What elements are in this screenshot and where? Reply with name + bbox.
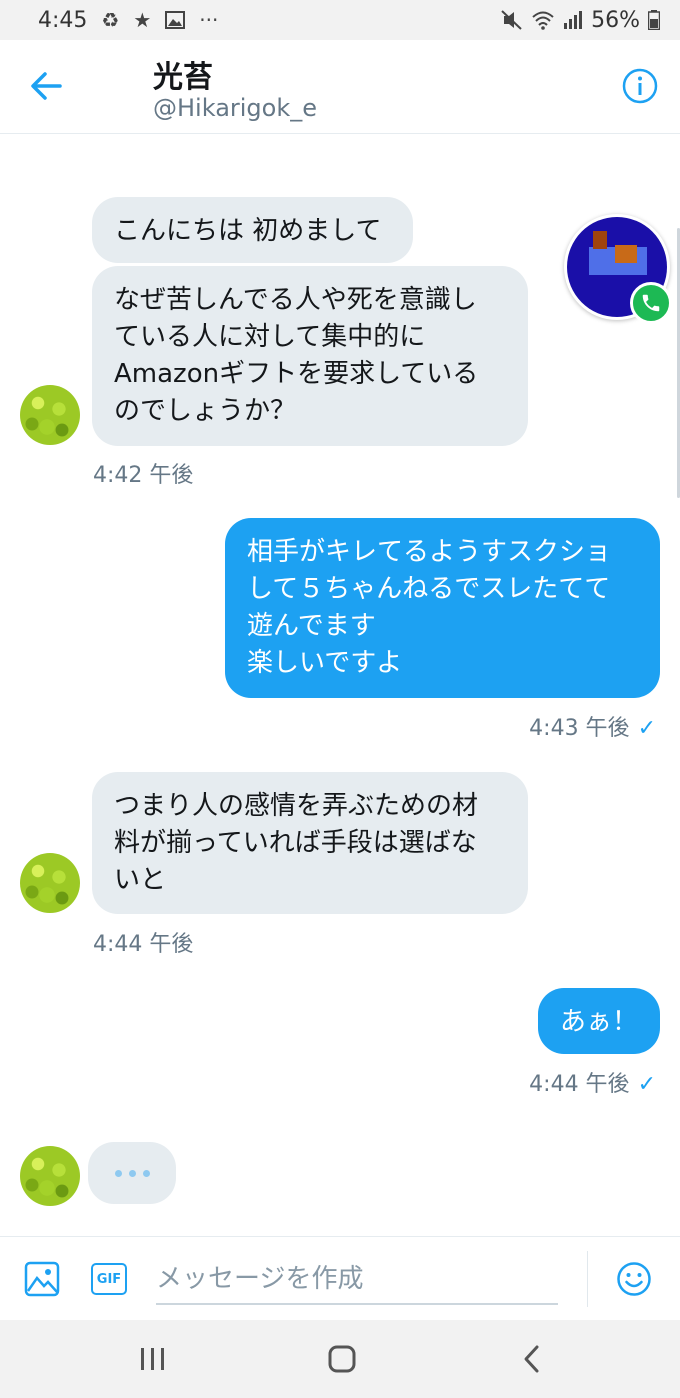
dm-conversation-screen: 4:45 ♻ ★ ··· 56% 光苔 @Hikarigok_e こんにちは 初… (0, 0, 680, 1398)
message-timestamp: 4:42 午後 (93, 463, 194, 488)
message-timestamp: 4:44 午後 ✓ (529, 1072, 656, 1097)
typing-dot (128, 1169, 136, 1177)
recycle-icon: ♻ (101, 8, 120, 32)
message-text: あぁ！ (560, 1007, 639, 1037)
message-input[interactable] (156, 1255, 558, 1305)
conversation-info-button[interactable] (622, 68, 658, 104)
more-icon: ··· (199, 8, 219, 32)
home-button[interactable] (322, 1344, 362, 1374)
message-bubble-outgoing[interactable]: 相手がキレてるようすスクショ して５ちゃんねるでスレたてて 遊んでます 楽しいで… (225, 518, 660, 698)
status-time: 4:45 (38, 7, 88, 33)
recent-apps-icon (141, 1348, 164, 1370)
sender-avatar[interactable] (20, 853, 80, 913)
back-nav-button[interactable] (513, 1344, 553, 1374)
message-text: のでしょうか？ (114, 396, 297, 426)
back-arrow-icon (31, 72, 62, 100)
image-icon (165, 11, 186, 29)
message-text: つまり人の感情を弄ぶための材 (114, 791, 479, 821)
home-icon (328, 1345, 356, 1373)
contact-name: 光苔 (153, 60, 213, 95)
message-text: Amazonギフトを要求している (114, 359, 479, 389)
status-bar: 4:45 ♻ ★ ··· 56% (0, 0, 680, 40)
message-bubble-incoming[interactable]: つまり人の感情を弄ぶための材 料が揃っていれば手段は選ばな いと (92, 772, 528, 914)
gif-button[interactable]: GIF (91, 1263, 127, 1295)
emoji-icon (617, 1262, 651, 1296)
battery-icon (648, 10, 660, 30)
message-bubble-incoming[interactable]: なぜ苦しんでる人や死を意識し ている人に対して集中的に Amazonギフトを要求… (92, 266, 528, 446)
mute-vibrate-icon (501, 10, 523, 30)
conversation-header: 光苔 @Hikarigok_e (0, 40, 680, 134)
message-text: いと (114, 865, 167, 895)
message-composer: GIF (0, 1236, 680, 1320)
sender-avatar[interactable] (20, 1146, 80, 1206)
message-timestamp: 4:44 午後 (93, 932, 194, 957)
message-bubble-incoming[interactable]: こんにちは 初めまして (92, 197, 413, 263)
typing-dot (114, 1169, 122, 1177)
message-text: 相手がキレてるようすスクショ (247, 537, 612, 567)
message-text: こんにちは 初めまして (114, 216, 382, 246)
message-text: なぜ苦しんでる人や死を意識し (114, 285, 477, 315)
wifi-icon (531, 10, 555, 30)
sent-check-icon: ✓ (637, 1072, 656, 1097)
message-text: 楽しいですよ (247, 648, 403, 678)
battery-percent: 56% (591, 7, 640, 33)
typing-dot (142, 1169, 150, 1177)
sender-avatar[interactable] (20, 385, 80, 445)
typing-indicator (88, 1142, 176, 1204)
signal-icon (563, 11, 583, 29)
star-icon: ★ (133, 8, 152, 32)
emoji-button[interactable] (616, 1261, 652, 1297)
add-media-button[interactable] (24, 1261, 60, 1297)
sent-check-icon: ✓ (637, 716, 656, 741)
info-icon (622, 68, 658, 104)
image-icon (24, 1261, 60, 1297)
phone-icon (630, 282, 672, 324)
system-nav-bar (0, 1320, 680, 1398)
back-chevron-icon (524, 1345, 539, 1373)
message-text: 遊んでます (247, 611, 376, 641)
contact-handle: @Hikarigok_e (153, 94, 318, 122)
divider (587, 1251, 588, 1307)
message-bubble-outgoing[interactable]: あぁ！ (538, 988, 660, 1054)
message-timestamp: 4:43 午後 ✓ (529, 716, 656, 741)
back-button[interactable] (28, 64, 68, 108)
gif-label: GIF (96, 1271, 122, 1287)
message-text: して５ちゃんねるでスレたてて (247, 574, 611, 604)
message-text: ている人に対して集中的に (114, 322, 426, 352)
recent-apps-button[interactable] (133, 1344, 173, 1374)
message-text: 料が揃っていれば手段は選ばな (114, 828, 477, 858)
